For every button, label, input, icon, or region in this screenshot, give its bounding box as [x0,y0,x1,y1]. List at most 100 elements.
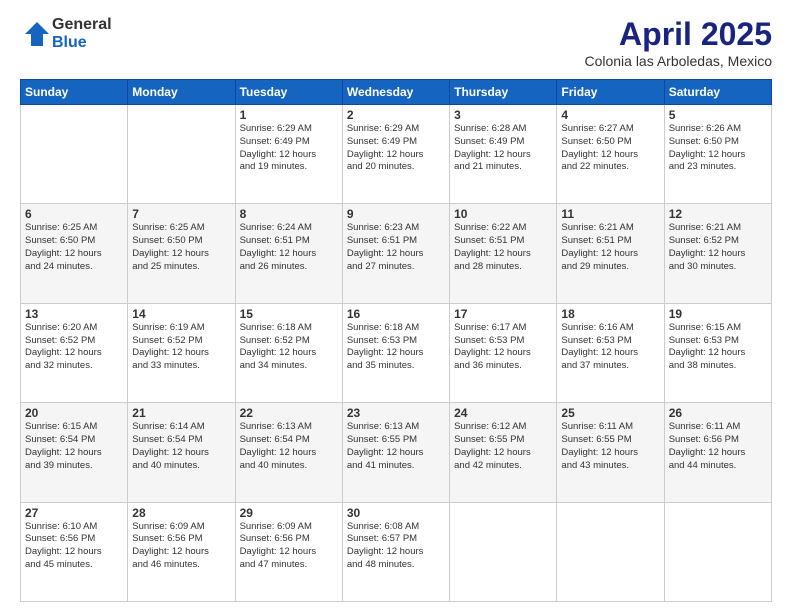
day-number: 30 [347,506,445,520]
col-thursday: Thursday [450,80,557,105]
cell-info: Sunrise: 6:22 AM Sunset: 6:51 PM Dayligh… [454,222,552,273]
calendar-cell: 12Sunrise: 6:21 AM Sunset: 6:52 PM Dayli… [664,204,771,303]
day-number: 23 [347,406,445,420]
calendar-cell: 13Sunrise: 6:20 AM Sunset: 6:52 PM Dayli… [21,303,128,402]
day-number: 28 [132,506,230,520]
calendar-cell: 17Sunrise: 6:17 AM Sunset: 6:53 PM Dayli… [450,303,557,402]
day-number: 16 [347,307,445,321]
day-number: 1 [240,108,338,122]
logo-text: General Blue [52,16,112,51]
calendar-cell: 23Sunrise: 6:13 AM Sunset: 6:55 PM Dayli… [342,403,449,502]
calendar-cell: 21Sunrise: 6:14 AM Sunset: 6:54 PM Dayli… [128,403,235,502]
cell-info: Sunrise: 6:10 AM Sunset: 6:56 PM Dayligh… [25,521,123,572]
day-number: 8 [240,207,338,221]
location-title: Colonia las Arboledas, Mexico [584,53,772,69]
day-number: 10 [454,207,552,221]
day-number: 9 [347,207,445,221]
day-number: 2 [347,108,445,122]
col-wednesday: Wednesday [342,80,449,105]
cell-info: Sunrise: 6:13 AM Sunset: 6:54 PM Dayligh… [240,421,338,472]
cell-info: Sunrise: 6:27 AM Sunset: 6:50 PM Dayligh… [561,123,659,174]
day-number: 4 [561,108,659,122]
cell-info: Sunrise: 6:24 AM Sunset: 6:51 PM Dayligh… [240,222,338,273]
day-number: 7 [132,207,230,221]
calendar-cell: 29Sunrise: 6:09 AM Sunset: 6:56 PM Dayli… [235,502,342,601]
cell-info: Sunrise: 6:28 AM Sunset: 6:49 PM Dayligh… [454,123,552,174]
day-number: 22 [240,406,338,420]
col-monday: Monday [128,80,235,105]
cell-info: Sunrise: 6:15 AM Sunset: 6:54 PM Dayligh… [25,421,123,472]
day-number: 3 [454,108,552,122]
cell-info: Sunrise: 6:25 AM Sunset: 6:50 PM Dayligh… [132,222,230,273]
calendar-header-row: Sunday Monday Tuesday Wednesday Thursday… [21,80,772,105]
day-number: 14 [132,307,230,321]
day-number: 11 [561,207,659,221]
calendar-cell: 3Sunrise: 6:28 AM Sunset: 6:49 PM Daylig… [450,105,557,204]
calendar-cell [21,105,128,204]
calendar-cell: 27Sunrise: 6:10 AM Sunset: 6:56 PM Dayli… [21,502,128,601]
calendar-cell: 18Sunrise: 6:16 AM Sunset: 6:53 PM Dayli… [557,303,664,402]
col-saturday: Saturday [664,80,771,105]
calendar-cell: 2Sunrise: 6:29 AM Sunset: 6:49 PM Daylig… [342,105,449,204]
calendar-week-5: 27Sunrise: 6:10 AM Sunset: 6:56 PM Dayli… [21,502,772,601]
logo-general: General [52,16,112,34]
day-number: 15 [240,307,338,321]
col-tuesday: Tuesday [235,80,342,105]
day-number: 18 [561,307,659,321]
calendar-cell: 25Sunrise: 6:11 AM Sunset: 6:55 PM Dayli… [557,403,664,502]
cell-info: Sunrise: 6:16 AM Sunset: 6:53 PM Dayligh… [561,322,659,373]
calendar-week-3: 13Sunrise: 6:20 AM Sunset: 6:52 PM Dayli… [21,303,772,402]
calendar-cell: 14Sunrise: 6:19 AM Sunset: 6:52 PM Dayli… [128,303,235,402]
day-number: 17 [454,307,552,321]
cell-info: Sunrise: 6:09 AM Sunset: 6:56 PM Dayligh… [132,521,230,572]
calendar-cell: 9Sunrise: 6:23 AM Sunset: 6:51 PM Daylig… [342,204,449,303]
calendar-cell: 1Sunrise: 6:29 AM Sunset: 6:49 PM Daylig… [235,105,342,204]
cell-info: Sunrise: 6:11 AM Sunset: 6:55 PM Dayligh… [561,421,659,472]
day-number: 20 [25,406,123,420]
cell-info: Sunrise: 6:19 AM Sunset: 6:52 PM Dayligh… [132,322,230,373]
calendar-cell: 20Sunrise: 6:15 AM Sunset: 6:54 PM Dayli… [21,403,128,502]
cell-info: Sunrise: 6:09 AM Sunset: 6:56 PM Dayligh… [240,521,338,572]
logo-icon [22,19,52,49]
calendar-week-1: 1Sunrise: 6:29 AM Sunset: 6:49 PM Daylig… [21,105,772,204]
calendar-cell: 15Sunrise: 6:18 AM Sunset: 6:52 PM Dayli… [235,303,342,402]
cell-info: Sunrise: 6:13 AM Sunset: 6:55 PM Dayligh… [347,421,445,472]
title-section: April 2025 Colonia las Arboledas, Mexico [584,16,772,69]
logo: General Blue [20,16,112,51]
calendar-cell: 19Sunrise: 6:15 AM Sunset: 6:53 PM Dayli… [664,303,771,402]
col-sunday: Sunday [21,80,128,105]
day-number: 6 [25,207,123,221]
day-number: 29 [240,506,338,520]
calendar-week-2: 6 Sunrise: 6:25 AM Sunset: 6:50 PM Daylig… [21,204,772,303]
calendar-week-4: 20Sunrise: 6:15 AM Sunset: 6:54 PM Dayli… [21,403,772,502]
calendar-cell: 10Sunrise: 6:22 AM Sunset: 6:51 PM Dayli… [450,204,557,303]
header: General Blue April 2025 Colonia las Arbo… [20,16,772,69]
calendar-cell: 30Sunrise: 6:08 AM Sunset: 6:57 PM Dayli… [342,502,449,601]
day-number: 27 [25,506,123,520]
day-number: 24 [454,406,552,420]
calendar-cell: 4Sunrise: 6:27 AM Sunset: 6:50 PM Daylig… [557,105,664,204]
cell-info: Sunrise: 6:18 AM Sunset: 6:52 PM Dayligh… [240,322,338,373]
calendar-cell: 24Sunrise: 6:12 AM Sunset: 6:55 PM Dayli… [450,403,557,502]
cell-info: Sunrise: 6:29 AM Sunset: 6:49 PM Dayligh… [347,123,445,174]
calendar-cell: 11Sunrise: 6:21 AM Sunset: 6:51 PM Dayli… [557,204,664,303]
cell-info: Sunrise: 6:15 AM Sunset: 6:53 PM Dayligh… [669,322,767,373]
cell-info: Sunrise: 6:17 AM Sunset: 6:53 PM Dayligh… [454,322,552,373]
col-friday: Friday [557,80,664,105]
cell-info: Sunrise: 6:29 AM Sunset: 6:49 PM Dayligh… [240,123,338,174]
calendar-cell: 26Sunrise: 6:11 AM Sunset: 6:56 PM Dayli… [664,403,771,502]
calendar-cell: 16Sunrise: 6:18 AM Sunset: 6:53 PM Dayli… [342,303,449,402]
day-number: 26 [669,406,767,420]
page: General Blue April 2025 Colonia las Arbo… [0,0,792,612]
cell-info: Sunrise: 6:11 AM Sunset: 6:56 PM Dayligh… [669,421,767,472]
day-number: 19 [669,307,767,321]
cell-info: Sunrise: 6:18 AM Sunset: 6:53 PM Dayligh… [347,322,445,373]
calendar-cell: 6Sunrise: 6:25 AM Sunset: 6:50 PM Daylig… [21,204,128,303]
cell-info: Sunrise: 6:14 AM Sunset: 6:54 PM Dayligh… [132,421,230,472]
calendar-cell [128,105,235,204]
calendar-cell: 5Sunrise: 6:26 AM Sunset: 6:50 PM Daylig… [664,105,771,204]
day-number: 13 [25,307,123,321]
cell-info: Sunrise: 6:23 AM Sunset: 6:51 PM Dayligh… [347,222,445,273]
month-title: April 2025 [584,16,772,53]
logo-blue: Blue [52,34,112,52]
